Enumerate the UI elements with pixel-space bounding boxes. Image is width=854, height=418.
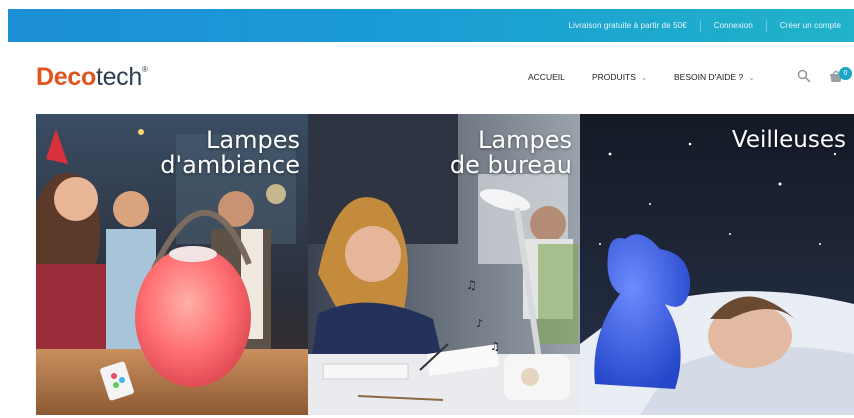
banner-title: Lampes d'ambiance <box>160 128 300 178</box>
nav-help-label: BESOIN D'AIDE ? <box>674 72 744 82</box>
banner-title-line: Veilleuses <box>731 127 846 153</box>
logo[interactable]: Decotech® <box>36 63 148 92</box>
svg-text:♪: ♪ <box>476 317 483 330</box>
banner-title-line: Lampes <box>206 126 300 154</box>
login-link[interactable]: Connexion <box>701 21 766 30</box>
create-account-link[interactable]: Créer un compte <box>767 21 854 30</box>
nav-home-label: ACCUEIL <box>528 72 565 82</box>
free-shipping-notice: Livraison gratuite à partir de 50€ <box>568 21 687 30</box>
svg-text:♫: ♫ <box>466 278 477 292</box>
logo-part-deco: Deco <box>36 63 96 91</box>
nav-home[interactable]: ACCUEIL <box>528 72 592 82</box>
banner-title: Veilleuses <box>732 128 846 153</box>
chevron-down-icon: ⌄ <box>748 72 755 82</box>
banner-title: Lampes de bureau <box>450 128 572 178</box>
banner-title-line: d'ambiance <box>160 151 300 179</box>
nav-products[interactable]: PRODUITS ⌄ <box>592 72 674 82</box>
cart-count-badge: 0 <box>839 67 852 80</box>
chevron-down-icon: ⌄ <box>640 72 648 82</box>
banner-title-line: de bureau <box>449 151 572 179</box>
banner-ambiance-lamps[interactable]: Lampes d'ambiance <box>36 114 308 415</box>
top-bar: Livraison gratuite à partir de 50€ Conne… <box>8 9 854 42</box>
registered-mark: ® <box>142 65 148 74</box>
site-header: Decotech® ACCUEIL PRODUITS ⌄ BESOIN D'AI… <box>0 42 854 114</box>
night-light-image <box>580 114 854 415</box>
banner-night-lights[interactable]: Veilleuses <box>580 114 854 415</box>
main-nav: ACCUEIL PRODUITS ⌄ BESOIN D'AIDE ? ⌄ <box>528 72 764 82</box>
nav-help[interactable]: BESOIN D'AIDE ? ⌄ <box>674 72 764 82</box>
banner-desk-lamps[interactable]: ♫ ♪ ♫ Lampes de bureau <box>308 114 580 415</box>
svg-text:♫: ♫ <box>490 340 500 353</box>
nav-products-label: PRODUITS <box>592 72 636 82</box>
logo-part-tech: tech <box>95 63 142 91</box>
search-icon[interactable] <box>797 69 811 83</box>
category-banners: Lampes d'ambiance ♫ ♪ ♫ Lampes de bureau… <box>36 114 854 415</box>
banner-title-line: Lampes <box>478 126 572 154</box>
